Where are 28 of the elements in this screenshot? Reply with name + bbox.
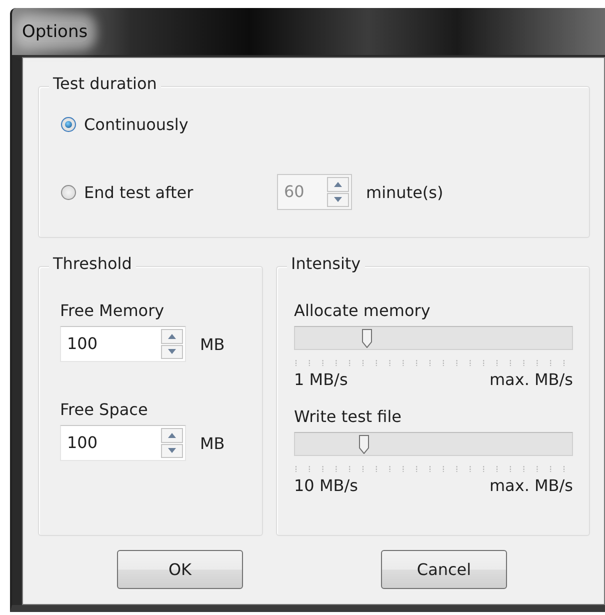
- slider-label: Allocate memory: [294, 301, 432, 320]
- number-field[interactable]: 100: [60, 425, 186, 461]
- dialog-button[interactable]: Cancel: [381, 550, 507, 589]
- radio-button[interactable]: [61, 184, 76, 200]
- unit-label: MB: [200, 334, 225, 354]
- radio-label: End test after: [84, 182, 194, 202]
- spin-up-icon[interactable]: [161, 329, 183, 344]
- unit-label: MB: [200, 434, 225, 452]
- min-label: 1 MB/s: [294, 370, 348, 389]
- number-field[interactable]: 100: [60, 326, 186, 362]
- window-title: Options: [22, 22, 88, 42]
- slider-track[interactable]: [294, 326, 573, 350]
- slider-thumb[interactable]: [362, 329, 372, 348]
- dialog-button[interactable]: OK: [117, 550, 243, 589]
- max-label: max. MB/s: [489, 476, 573, 495]
- slider-label: Write test file: [294, 407, 403, 426]
- field-label: Free Memory: [60, 301, 166, 320]
- spin-down-icon[interactable]: [161, 444, 183, 458]
- radio-label: Continuously: [84, 115, 188, 134]
- unit-label: minute(s): [366, 182, 444, 202]
- slider-thumb[interactable]: [359, 435, 370, 454]
- spin-down-icon[interactable]: [161, 344, 183, 359]
- min-label: 10 MB/s: [294, 476, 358, 495]
- max-label: max. MB/s: [489, 370, 573, 389]
- field-label: Free Space: [60, 400, 149, 419]
- radio-button[interactable]: [61, 117, 76, 132]
- slider-track[interactable]: [294, 432, 573, 456]
- spin-up-icon[interactable]: [161, 428, 183, 442]
